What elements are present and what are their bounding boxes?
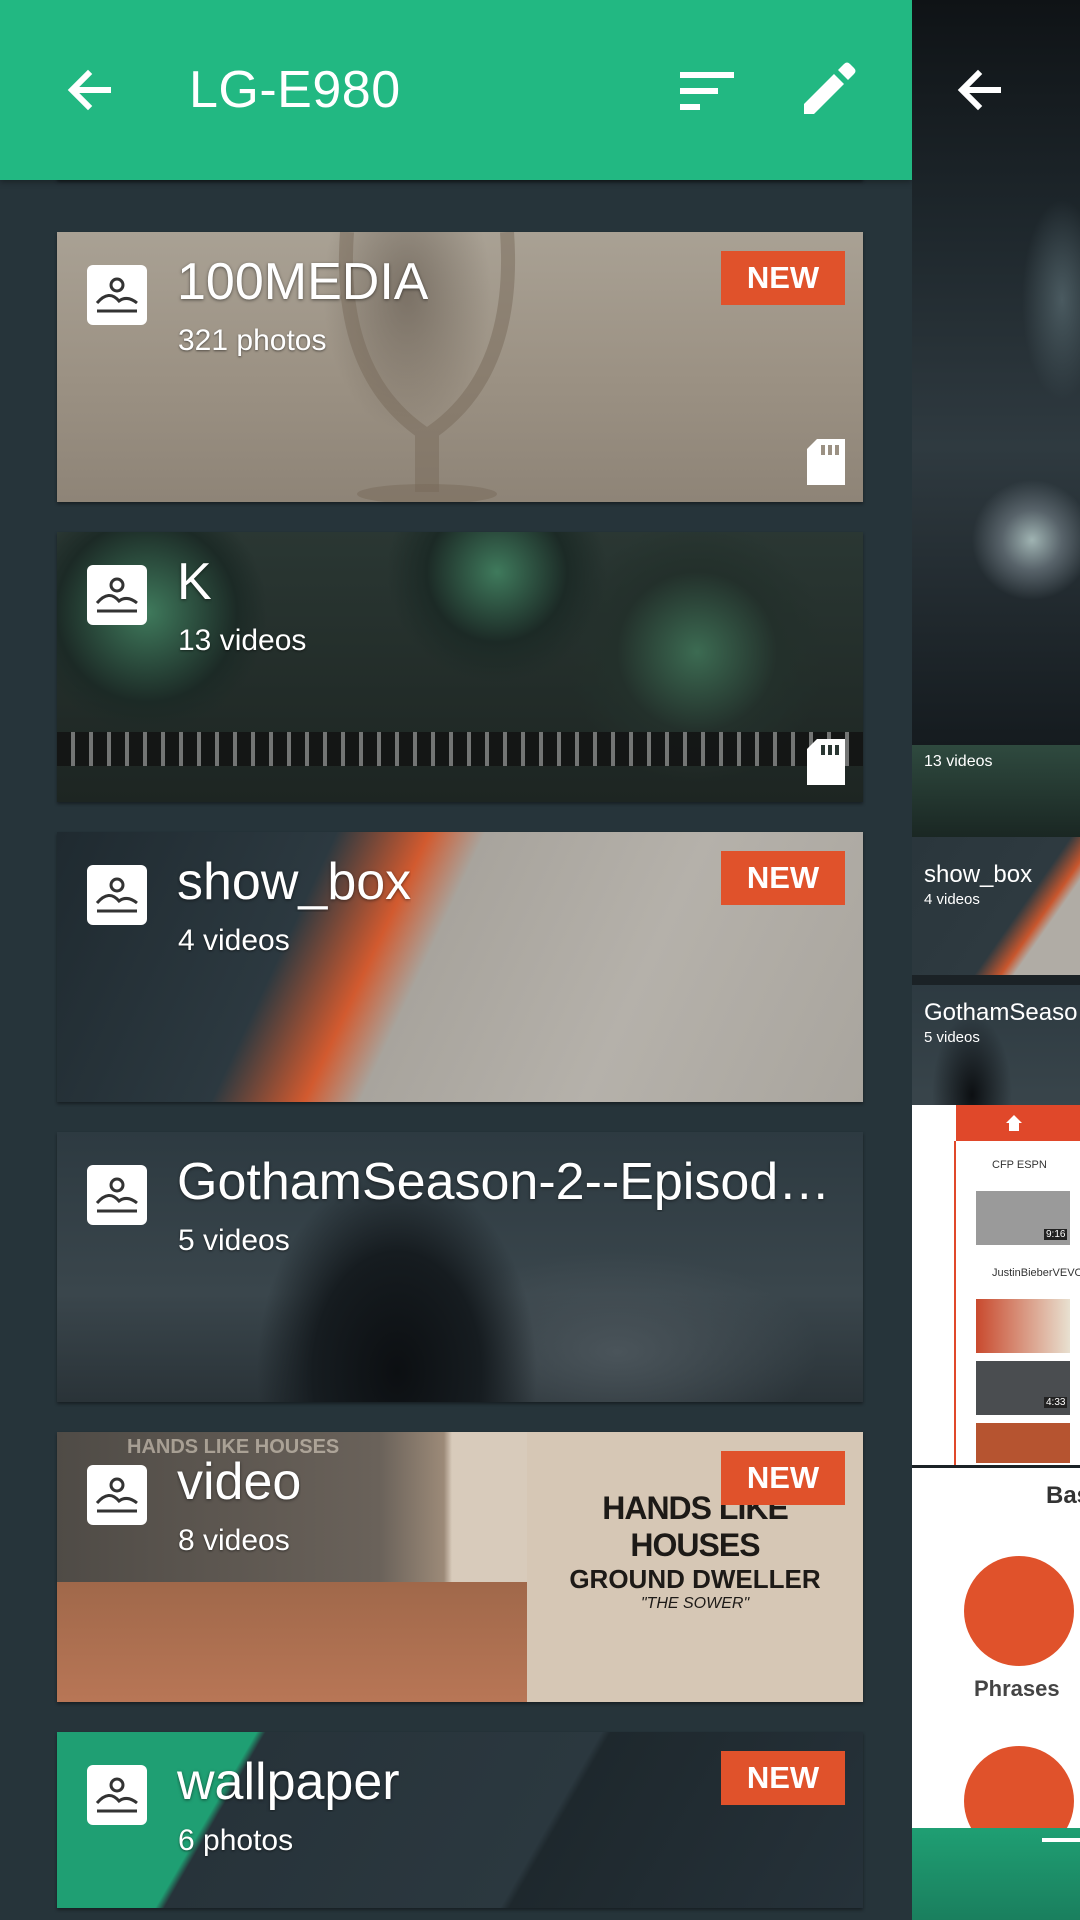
pencil-icon[interactable] bbox=[798, 60, 858, 120]
preview-count: 5 videos bbox=[924, 1029, 980, 1046]
album-count: 13 videos bbox=[178, 624, 307, 657]
album-count: 6 photos bbox=[178, 1824, 294, 1857]
photo-album-icon bbox=[87, 565, 147, 625]
preview-gotham: GothamSeaso 5 videos bbox=[912, 985, 1080, 1105]
album-name: 100MEDIA bbox=[177, 253, 429, 311]
sd-card-icon bbox=[807, 739, 845, 785]
photo-album-icon bbox=[87, 865, 147, 925]
new-badge: NEW bbox=[721, 851, 845, 905]
preview-name: GothamSeaso bbox=[924, 999, 1078, 1026]
album-card-show-box[interactable]: show_box 4 videos NEW bbox=[57, 832, 863, 1102]
thumbnail-ground bbox=[57, 1582, 527, 1702]
preview-name: show_box bbox=[924, 861, 1033, 888]
album-count: 321 photos bbox=[178, 324, 327, 357]
photo-album-icon bbox=[87, 1165, 147, 1225]
recent-apps-preview[interactable]: 13 videos show_box 4 videos GothamSeaso … bbox=[912, 0, 1080, 1920]
album-name: video bbox=[177, 1453, 302, 1511]
new-badge: NEW bbox=[721, 1451, 845, 1505]
photo-album-icon bbox=[87, 1465, 147, 1525]
app-label: Bas bbox=[1046, 1482, 1080, 1509]
photo-album-icon bbox=[87, 1765, 147, 1825]
album-count: 4 videos bbox=[178, 924, 290, 957]
album-card-100media[interactable]: 100MEDIA 321 photos NEW bbox=[57, 232, 863, 502]
album-count: 8 videos bbox=[178, 1524, 290, 1557]
album-card-wallpaper[interactable]: wallpaper 6 photos NEW bbox=[57, 1732, 863, 1908]
poster-text: HANDS LIKE HOUSES GROUND DWELLER "THE SO… bbox=[569, 1490, 821, 1612]
preview-youtube: CFP ESPN 9:16 JustinBieberVEVO 4:33 bbox=[912, 1105, 1080, 1465]
preview-k: 13 videos bbox=[912, 745, 1080, 837]
arrow-back-icon[interactable] bbox=[60, 60, 120, 120]
album-card-video[interactable]: HANDS LIKE HOUSES GROUND DWELLER "THE SO… bbox=[57, 1432, 863, 1702]
sort-icon[interactable] bbox=[678, 66, 738, 116]
new-badge: NEW bbox=[721, 251, 845, 305]
phrases-label: Phrases bbox=[974, 1676, 1060, 1701]
album-count: 5 videos bbox=[178, 1224, 290, 1257]
page-title: LG-E980 bbox=[189, 61, 401, 119]
preview-phrases-app: Bas Phrases bbox=[912, 1468, 1080, 1828]
gallery-screen: 100MEDIA 321 photos NEW K 13 videos show… bbox=[0, 0, 912, 1920]
film-strip-thumbnail bbox=[57, 732, 863, 766]
preview-show-box: show_box 4 videos bbox=[912, 837, 1080, 975]
channel-label: JustinBieberVEVO bbox=[992, 1267, 1080, 1279]
photo-album-icon bbox=[87, 265, 147, 325]
channel-label: CFP ESPN bbox=[992, 1159, 1047, 1171]
app-bar: LG-E980 bbox=[0, 0, 912, 180]
video-duration: 4:33 bbox=[1044, 1397, 1068, 1408]
preview-count: 13 videos bbox=[924, 753, 993, 770]
sd-card-icon bbox=[807, 439, 845, 485]
home-icon bbox=[1006, 1115, 1022, 1131]
preview-count: 4 videos bbox=[924, 891, 980, 908]
album-card-k[interactable]: K 13 videos bbox=[57, 532, 863, 802]
new-badge: NEW bbox=[721, 1751, 845, 1805]
album-card-gotham[interactable]: GothamSeason-2--Episode-... 5 videos bbox=[57, 1132, 863, 1402]
album-name: K bbox=[177, 553, 212, 611]
album-name: wallpaper bbox=[177, 1753, 400, 1811]
preview-bottom-app bbox=[912, 1828, 1080, 1920]
arrow-back-icon[interactable] bbox=[950, 60, 1010, 120]
video-duration: 9:16 bbox=[1044, 1229, 1068, 1240]
album-name: GothamSeason-2--Episode-... bbox=[177, 1153, 857, 1211]
album-name: show_box bbox=[177, 853, 412, 911]
